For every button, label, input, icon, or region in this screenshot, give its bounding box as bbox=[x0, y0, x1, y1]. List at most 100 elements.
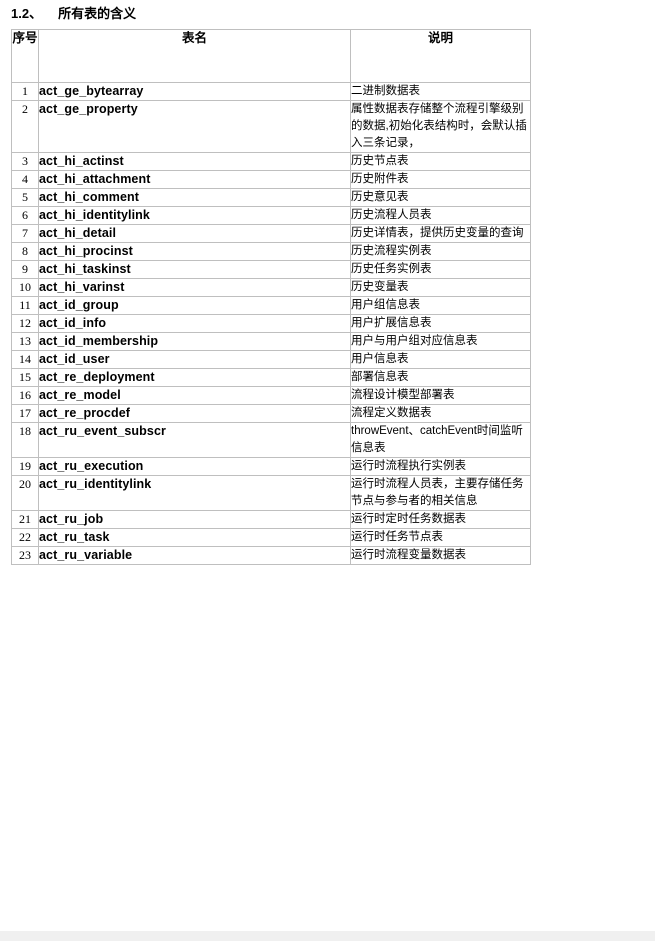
cell-no: 5 bbox=[11, 188, 39, 207]
cell-no: 17 bbox=[11, 404, 39, 423]
section-heading-title: 所有表的含义 bbox=[58, 6, 137, 21]
table-row: 1 act_ge_bytearray 二进制数据表 bbox=[11, 82, 531, 101]
table-row: 12 act_id_info 用户扩展信息表 bbox=[11, 314, 531, 333]
cell-no: 12 bbox=[11, 314, 39, 333]
cell-description: 运行时流程执行实例表 bbox=[350, 457, 531, 476]
cell-no: 6 bbox=[11, 206, 39, 225]
cell-table-name: act_hi_identitylink bbox=[38, 206, 351, 225]
cell-no: 7 bbox=[11, 224, 39, 243]
column-header-no: 序号 bbox=[11, 29, 39, 83]
cell-description: 历史流程人员表 bbox=[350, 206, 531, 225]
cell-table-name: act_ge_property bbox=[38, 100, 351, 153]
cell-no: 4 bbox=[11, 170, 39, 189]
cell-table-name: act_ru_identitylink bbox=[38, 475, 351, 511]
column-header-name: 表名 bbox=[38, 29, 351, 83]
table-row: 20 act_ru_identitylink 运行时流程人员表，主要存储任务节点与参… bbox=[11, 475, 531, 511]
table-row: 4 act_hi_attachment 历史附件表 bbox=[11, 170, 531, 189]
cell-no: 10 bbox=[11, 278, 39, 297]
table-row: 16 act_re_model 流程设计模型部署表 bbox=[11, 386, 531, 405]
cell-description: 历史附件表 bbox=[350, 170, 531, 189]
cell-no: 16 bbox=[11, 386, 39, 405]
cell-description: 用户信息表 bbox=[350, 350, 531, 369]
cell-table-name: act_id_user bbox=[38, 350, 351, 369]
cell-description: 部署信息表 bbox=[350, 368, 531, 387]
cell-description: 属性数据表存储整个流程引擎级别的数据,初始化表结构时，会默认插入三条记录， bbox=[350, 100, 531, 153]
cell-description: 用户组信息表 bbox=[350, 296, 531, 315]
cell-no: 9 bbox=[11, 260, 39, 279]
cell-no: 18 bbox=[11, 422, 39, 458]
table-row: 9 act_hi_taskinst 历史任务实例表 bbox=[11, 260, 531, 279]
cell-table-name: act_ge_bytearray bbox=[38, 82, 351, 101]
cell-description: 历史意见表 bbox=[350, 188, 531, 207]
cell-no: 3 bbox=[11, 152, 39, 171]
cell-table-name: act_id_group bbox=[38, 296, 351, 315]
cell-description: 用户扩展信息表 bbox=[350, 314, 531, 333]
cell-no: 20 bbox=[11, 475, 39, 511]
table-row: 22 act_ru_task 运行时任务节点表 bbox=[11, 528, 531, 547]
table-row: 18 act_ru_event_subscr throwEvent、catchEve… bbox=[11, 422, 531, 458]
cell-description: 运行时任务节点表 bbox=[350, 528, 531, 547]
cell-table-name: act_hi_detail bbox=[38, 224, 351, 243]
cell-description: 运行时定时任务数据表 bbox=[350, 510, 531, 529]
table-row: 19 act_ru_execution 运行时流程执行实例表 bbox=[11, 457, 531, 476]
cell-description: 历史节点表 bbox=[350, 152, 531, 171]
cell-table-name: act_hi_actinst bbox=[38, 152, 351, 171]
column-header-desc: 说明 bbox=[350, 29, 531, 83]
cell-description: 用户与用户组对应信息表 bbox=[350, 332, 531, 351]
table-row: 7 act_hi_detail 历史详情表，提供历史变量的查询 bbox=[11, 224, 531, 243]
cell-table-name: act_id_info bbox=[38, 314, 351, 333]
cell-description: 流程定义数据表 bbox=[350, 404, 531, 423]
cell-no: 21 bbox=[11, 510, 39, 529]
table-row: 3 act_hi_actinst 历史节点表 bbox=[11, 152, 531, 171]
table-container: 序号 表名 说明 1 act_ge_bytearray 二进制数据表 2 act_ge_… bbox=[11, 29, 531, 565]
cell-table-name: act_re_model bbox=[38, 386, 351, 405]
cell-description: 运行时流程变量数据表 bbox=[350, 546, 531, 565]
table-row: 6 act_hi_identitylink 历史流程人员表 bbox=[11, 206, 531, 225]
cell-description: 历史变量表 bbox=[350, 278, 531, 297]
cell-description: 历史任务实例表 bbox=[350, 260, 531, 279]
cell-no: 13 bbox=[11, 332, 39, 351]
table-body: 1 act_ge_bytearray 二进制数据表 2 act_ge_property 属… bbox=[11, 82, 531, 565]
cell-table-name: act_hi_varinst bbox=[38, 278, 351, 297]
cell-no: 2 bbox=[11, 100, 39, 153]
table-row: 11 act_id_group 用户组信息表 bbox=[11, 296, 531, 315]
table-row: 14 act_id_user 用户信息表 bbox=[11, 350, 531, 369]
cell-table-name: act_hi_comment bbox=[38, 188, 351, 207]
cell-table-name: act_re_deployment bbox=[38, 368, 351, 387]
cell-description: throwEvent、catchEvent时间监听信息表 bbox=[350, 422, 531, 458]
cell-description: 历史详情表，提供历史变量的查询 bbox=[350, 224, 531, 243]
cell-description: 流程设计模型部署表 bbox=[350, 386, 531, 405]
cell-no: 23 bbox=[11, 546, 39, 565]
cell-no: 8 bbox=[11, 242, 39, 261]
cell-no: 14 bbox=[11, 350, 39, 369]
table-row: 15 act_re_deployment 部署信息表 bbox=[11, 368, 531, 387]
table-header-row: 序号 表名 说明 bbox=[11, 29, 531, 83]
table-header: 序号 表名 说明 bbox=[11, 29, 531, 83]
cell-table-name: act_hi_attachment bbox=[38, 170, 351, 189]
cell-table-name: act_ru_event_subscr bbox=[38, 422, 351, 458]
cell-table-name: act_ru_task bbox=[38, 528, 351, 547]
cell-no: 15 bbox=[11, 368, 39, 387]
table-row: 17 act_re_procdef 流程定义数据表 bbox=[11, 404, 531, 423]
cell-description: 历史流程实例表 bbox=[350, 242, 531, 261]
table-row: 23 act_ru_variable 运行时流程变量数据表 bbox=[11, 546, 531, 565]
cell-table-name: act_ru_variable bbox=[38, 546, 351, 565]
cell-no: 11 bbox=[11, 296, 39, 315]
section-heading-number: 1.2、 bbox=[11, 6, 43, 21]
table-row: 21 act_ru_job 运行时定时任务数据表 bbox=[11, 510, 531, 529]
cell-table-name: act_hi_procinst bbox=[38, 242, 351, 261]
document-page: 1.2、 所有表的含义 序号 表名 说明 1 act_ge_bytearray 二进制… bbox=[0, 0, 655, 931]
table-row: 13 act_id_membership 用户与用户组对应信息表 bbox=[11, 332, 531, 351]
section-heading: 1.2、 所有表的含义 bbox=[11, 3, 136, 22]
cell-no: 1 bbox=[11, 82, 39, 101]
cell-description: 运行时流程人员表，主要存储任务节点与参与者的相关信息 bbox=[350, 475, 531, 511]
table-row: 10 act_hi_varinst 历史变量表 bbox=[11, 278, 531, 297]
all-tables-meaning-table: 序号 表名 说明 1 act_ge_bytearray 二进制数据表 2 act_ge_… bbox=[11, 29, 531, 565]
cell-table-name: act_hi_taskinst bbox=[38, 260, 351, 279]
cell-table-name: act_id_membership bbox=[38, 332, 351, 351]
cell-no: 22 bbox=[11, 528, 39, 547]
cell-table-name: act_ru_execution bbox=[38, 457, 351, 476]
cell-table-name: act_re_procdef bbox=[38, 404, 351, 423]
table-row: 5 act_hi_comment 历史意见表 bbox=[11, 188, 531, 207]
cell-table-name: act_ru_job bbox=[38, 510, 351, 529]
